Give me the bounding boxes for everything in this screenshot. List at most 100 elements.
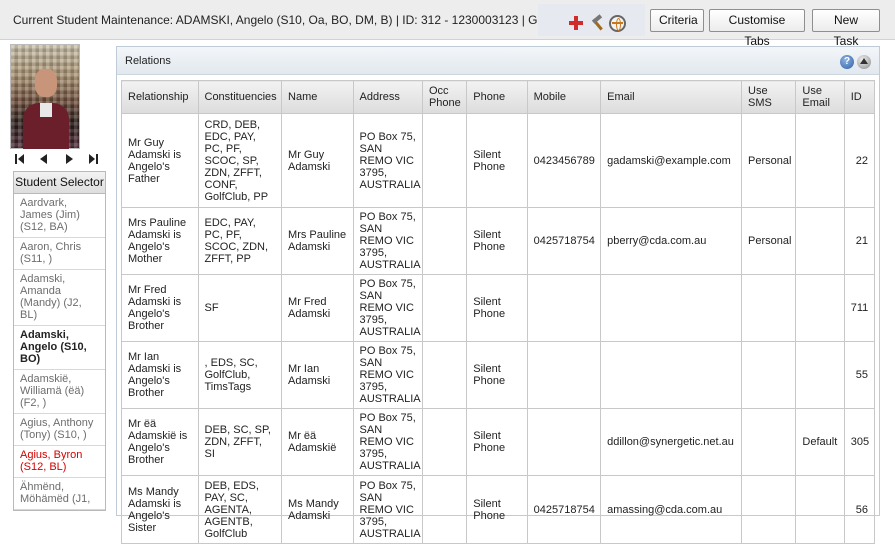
- toolbar-icons: [538, 4, 645, 36]
- cell-phone: Silent Phone: [466, 274, 528, 342]
- table-row[interactable]: Mr ëä Adamskië is Angelo's Brother DEB, …: [121, 408, 876, 476]
- cell-address: PO Box 75, SAN REMO VIC 3795, AUSTRALIA: [352, 113, 423, 208]
- next-record-icon[interactable]: [64, 153, 76, 165]
- column-header[interactable]: ID: [843, 80, 876, 114]
- cell-relationship: Mr ëä Adamskië is Angelo's Brother: [121, 408, 199, 476]
- table-row[interactable]: Mrs Pauline Adamski is Angelo's Mother E…: [121, 207, 876, 275]
- column-header[interactable]: Address: [352, 80, 423, 114]
- last-record-icon[interactable]: [88, 153, 100, 165]
- table-row[interactable]: Mr Ian Adamski is Angelo's Brother , EDS…: [121, 341, 876, 409]
- cell-relationship: Mrs Pauline Adamski is Angelo's Mother: [121, 207, 199, 275]
- cell-name: Mr ëä Adamskië: [281, 408, 354, 476]
- column-header[interactable]: Email: [600, 80, 743, 114]
- student-list-item-current[interactable]: Adamski, Angelo (S10, BO): [14, 326, 105, 370]
- cell-phone: Silent Phone: [466, 475, 528, 544]
- cell-constituencies: DEB, SC, SP, ZDN, ZFFT, SI: [197, 408, 283, 476]
- column-header[interactable]: Relationship: [121, 80, 199, 114]
- cell-address: PO Box 75, SAN REMO VIC 3795, AUSTRALIA: [352, 341, 423, 409]
- criteria-button[interactable]: Criteria: [650, 9, 704, 32]
- cell-relationship: Mr Fred Adamski is Angelo's Brother: [121, 274, 199, 342]
- plus-icon[interactable]: [568, 15, 584, 31]
- relations-panel: Relations ? Relationship Constituencies …: [116, 46, 880, 544]
- cell-constituencies: CRD, DEB, EDC, PAY, PC, PF, SCOC, SP, ZD…: [197, 113, 283, 208]
- cell-constituencies: EDC, PAY, PC, PF, SCOC, ZDN, ZFFT, PP: [197, 207, 283, 275]
- cell-mobile: 0425718754: [526, 475, 602, 544]
- table-row[interactable]: Mr Fred Adamski is Angelo's Brother SF M…: [121, 274, 876, 342]
- student-list-item[interactable]: Aardvark, James (Jim) (S12, BA): [14, 194, 105, 238]
- globe-icon[interactable]: [609, 15, 626, 32]
- cell-use-email: Default: [795, 408, 845, 476]
- student-list-item[interactable]: Ähmënd, Möhämëd (J1,: [14, 478, 105, 510]
- customise-tabs-button[interactable]: Customise Tabs: [709, 9, 805, 48]
- cell-name: Mr Guy Adamski: [281, 113, 354, 208]
- cell-constituencies: , EDS, SC, GolfClub, TimsTags: [197, 341, 283, 409]
- student-list-item[interactable]: Adamski, Amanda (Mandy) (J2, BL): [14, 270, 105, 326]
- table-header-row: Relationship Constituencies Name Address…: [121, 80, 876, 114]
- top-bar: Current Student Maintenance: ADAMSKI, An…: [0, 0, 895, 48]
- table-row[interactable]: Mr Guy Adamski is Angelo's Father CRD, D…: [121, 113, 876, 208]
- collapse-icon[interactable]: [857, 55, 871, 69]
- cell-email: [600, 341, 743, 409]
- first-record-icon[interactable]: [14, 153, 26, 165]
- cell-id: 56: [843, 475, 876, 544]
- cell-constituencies: SF: [197, 274, 283, 342]
- cell-id: 305: [843, 408, 876, 476]
- cell-email: amassing@cda.com.au: [600, 475, 743, 544]
- cell-email: pberry@cda.com.au: [600, 207, 743, 275]
- cell-phone: Silent Phone: [466, 341, 528, 409]
- cell-address: PO Box 75, SAN REMO VIC 3795, AUSTRALIA: [352, 475, 423, 544]
- cell-phone: Silent Phone: [466, 113, 528, 208]
- cell-name: Mr Ian Adamski: [281, 341, 354, 409]
- cell-use-email: [795, 475, 845, 544]
- cell-name: Mr Fred Adamski: [281, 274, 354, 342]
- relations-panel-header: Relations ?: [117, 47, 879, 75]
- cell-use-email: [795, 207, 845, 275]
- cell-email: [600, 274, 743, 342]
- cell-name: Mrs Pauline Adamski: [281, 207, 354, 275]
- cell-phone: Silent Phone: [466, 408, 528, 476]
- cell-mobile: [526, 274, 602, 342]
- previous-record-icon[interactable]: [38, 153, 50, 165]
- cell-occ-phone: [421, 475, 468, 544]
- column-header[interactable]: Name: [281, 80, 354, 114]
- cell-use-sms: [741, 341, 797, 409]
- column-header[interactable]: Occ Phone: [421, 80, 468, 114]
- cell-occ-phone: [421, 341, 468, 409]
- help-icon[interactable]: ?: [840, 55, 854, 69]
- column-header[interactable]: Phone: [466, 80, 528, 114]
- cell-occ-phone: [421, 113, 468, 208]
- cell-address: PO Box 75, SAN REMO VIC 3795, AUSTRALIA: [352, 207, 423, 275]
- cell-use-email: [795, 274, 845, 342]
- student-list-item[interactable]: Aaron, Chris (S11, ): [14, 238, 105, 270]
- column-header[interactable]: Use SMS: [741, 80, 797, 114]
- cell-mobile: 0425718754: [526, 207, 602, 275]
- cell-email: gadamski@example.com: [600, 113, 743, 208]
- cell-id: 55: [843, 341, 876, 409]
- column-header[interactable]: Constituencies: [197, 80, 283, 114]
- cell-use-sms: [741, 274, 797, 342]
- student-list-item[interactable]: Agius, Anthony (Tony) (S10, ): [14, 414, 105, 446]
- cell-address: PO Box 75, SAN REMO VIC 3795, AUSTRALIA: [352, 408, 423, 476]
- cell-email: ddillon@synergetic.net.au: [600, 408, 743, 476]
- cell-id: 711: [843, 274, 876, 342]
- cell-mobile: 0423456789: [526, 113, 602, 208]
- hammer-icon[interactable]: [589, 14, 605, 31]
- relations-table-wrap: Relationship Constituencies Name Address…: [121, 80, 876, 544]
- cell-id: 22: [843, 113, 876, 208]
- cell-phone: Silent Phone: [466, 207, 528, 275]
- cell-constituencies: DEB, EDS, PAY, SC, AGENTA, AGENTB, GolfC…: [197, 475, 283, 544]
- student-list-item[interactable]: Adamskië, Williamä (ëä) (F2, ): [14, 370, 105, 414]
- new-task-button[interactable]: New Task: [812, 9, 880, 48]
- cell-use-sms: [741, 475, 797, 544]
- cell-mobile: [526, 341, 602, 409]
- student-list-item-alert[interactable]: Agius, Byron (S12, BL): [14, 446, 105, 478]
- page-title: Current Student Maintenance: ADAMSKI, An…: [13, 13, 537, 27]
- cell-use-sms: Personal: [741, 113, 797, 208]
- table-row[interactable]: Ms Mandy Adamski is Angelo's Sister DEB,…: [121, 475, 876, 544]
- cell-id: 21: [843, 207, 876, 275]
- relations-table: Relationship Constituencies Name Address…: [121, 80, 876, 544]
- column-header[interactable]: Use Email: [795, 80, 845, 114]
- cell-address: PO Box 75, SAN REMO VIC 3795, AUSTRALIA: [352, 274, 423, 342]
- cell-relationship: Mr Guy Adamski is Angelo's Father: [121, 113, 199, 208]
- column-header[interactable]: Mobile: [526, 80, 602, 114]
